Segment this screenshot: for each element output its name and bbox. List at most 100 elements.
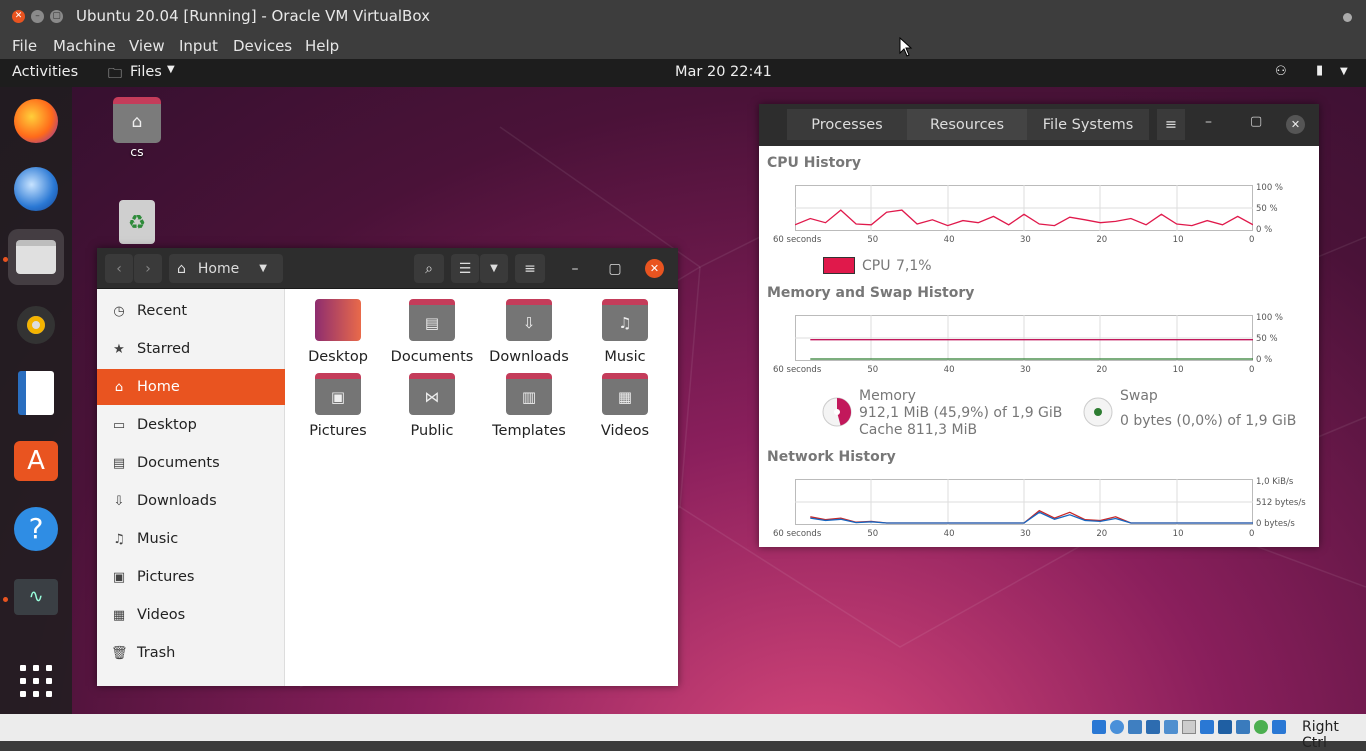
close-icon[interactable]: ✕	[645, 259, 664, 278]
maximize-icon[interactable]: ▢	[600, 254, 630, 283]
shared-folder-icon[interactable]	[1182, 720, 1196, 734]
folder-item[interactable]: ▣ Pictures	[290, 373, 386, 439]
network-adapter-icon[interactable]	[1146, 720, 1160, 734]
minimize-icon[interactable]: –	[560, 254, 590, 283]
sidebar-item-pictures[interactable]: ▣ Pictures	[97, 559, 285, 595]
cpu-color-swatch[interactable]	[823, 257, 855, 274]
hamburger-menu-icon[interactable]: ≡	[1157, 109, 1185, 140]
trash-desktop-icon[interactable]: ♻	[119, 200, 155, 244]
folder-item[interactable]: Desktop	[290, 299, 386, 365]
sysmon-headerbar: Processes Resources File Systems ≡ – ▢ ✕	[759, 104, 1319, 146]
menu-file[interactable]: File	[12, 37, 37, 55]
sidebar-item-downloads[interactable]: ⇩ Downloads	[97, 483, 285, 519]
close-icon[interactable]: ✕	[1286, 115, 1305, 134]
tab-processes[interactable]: Processes	[787, 109, 907, 140]
y-tick-label: 0 %	[1256, 355, 1273, 365]
menu-view[interactable]: View	[129, 37, 165, 55]
folder-item[interactable]: ⋈ Public	[384, 373, 480, 439]
menu-devices[interactable]: Devices	[233, 37, 292, 55]
system-monitor-icon[interactable]: ∿	[8, 569, 64, 625]
sidebar-item-desktop[interactable]: ▭ Desktop	[97, 407, 285, 443]
sidebar-item-label: Recent	[137, 303, 188, 319]
x-tick-label: 10	[1172, 365, 1184, 375]
sidebar-item-starred[interactable]: ★ Starred	[97, 331, 285, 367]
sidebar-item-label: Videos	[137, 607, 186, 623]
swap-value: 0 bytes (0,0%) of 1,9 GiB	[1120, 413, 1297, 429]
libreoffice-writer-icon[interactable]	[8, 365, 64, 421]
sidebar-item-home[interactable]: ⌂ Home	[97, 369, 285, 405]
optical-drive-icon[interactable]	[1110, 720, 1124, 734]
folder-item[interactable]: ▥ Templates	[481, 373, 577, 439]
sidebar-item-label: Music	[137, 531, 179, 547]
file-grid: Desktop ▤ Documents ⇩ Downloads ♫ Music ▣ Pictur…	[285, 289, 678, 686]
show-applications-icon[interactable]	[8, 653, 64, 709]
usb-icon[interactable]	[1164, 720, 1178, 734]
home-icon: ⌂	[114, 379, 124, 395]
menu-dot-icon[interactable]	[1343, 13, 1352, 22]
close-icon[interactable]: ✕	[12, 10, 25, 23]
home-folder-icon[interactable]: ⌂	[113, 97, 161, 143]
menu-input[interactable]: Input	[179, 37, 218, 55]
memory-history-graph	[795, 315, 1253, 361]
tab-resources[interactable]: Resources	[907, 109, 1027, 140]
activities-button[interactable]: Activities	[12, 64, 78, 80]
folder-item[interactable]: ♫ Music	[577, 299, 673, 365]
y-tick-label: 100 %	[1256, 313, 1284, 323]
rhythmbox-icon[interactable]	[8, 297, 64, 353]
swap-label: Swap	[1120, 388, 1158, 404]
guest-additions-icon[interactable]	[1254, 720, 1268, 734]
minimize-icon[interactable]: –	[1205, 114, 1212, 130]
chevron-down-icon[interactable]: ▼	[167, 64, 175, 75]
sidebar-item-label: Home	[137, 379, 180, 395]
display-icon[interactable]	[1200, 720, 1214, 734]
sidebar-item-documents[interactable]: ▤ Documents	[97, 445, 285, 481]
folder-item[interactable]: ⇩ Downloads	[481, 299, 577, 365]
battery-icon[interactable]: ▮	[1316, 63, 1323, 78]
folder-item[interactable]: ▦ Videos	[577, 373, 673, 439]
recording-icon[interactable]	[1218, 720, 1232, 734]
sidebar-item-music[interactable]: ♫ Music	[97, 521, 285, 557]
tab-file-systems[interactable]: File Systems	[1027, 109, 1149, 140]
maximize-icon[interactable]: ▢	[1250, 114, 1262, 129]
x-tick-label: 60 seconds	[773, 365, 822, 375]
swap-pie-icon[interactable]	[1082, 396, 1114, 428]
view-options-chevron-icon[interactable]: ▼	[480, 254, 508, 283]
folder-label: Documents	[390, 349, 474, 365]
keyboard-capture-icon[interactable]	[1272, 720, 1286, 734]
hamburger-menu-icon[interactable]: ≡	[515, 254, 545, 283]
x-tick-label: 50	[867, 235, 879, 245]
folder-item[interactable]: ▤ Documents	[384, 299, 480, 365]
picture-icon: ▣	[112, 569, 126, 585]
y-tick-label: 50 %	[1256, 334, 1278, 344]
chevron-down-icon: ▼	[259, 263, 267, 274]
system-menu-chevron-icon[interactable]: ▼	[1340, 66, 1348, 77]
templates-folder-icon: ▥	[506, 373, 552, 415]
back-icon[interactable]: ‹	[105, 254, 133, 283]
memory-pie-icon[interactable]	[821, 396, 853, 428]
search-icon[interactable]: ⌕	[414, 254, 444, 283]
maximize-icon[interactable]: ▢	[50, 10, 63, 23]
sidebar-item-trash[interactable]: 🗑 Trash	[97, 635, 285, 671]
desktop-icon-label: cs	[130, 144, 144, 159]
minimize-icon[interactable]: –	[31, 10, 44, 23]
thunderbird-icon[interactable]	[8, 161, 64, 217]
list-view-icon[interactable]: ☰	[451, 254, 479, 283]
firefox-icon[interactable]	[8, 93, 64, 149]
clock[interactable]: Mar 20 22:41	[675, 64, 772, 80]
system-monitor-window: Processes Resources File Systems ≡ – ▢ ✕…	[759, 104, 1319, 547]
audio-icon[interactable]	[1128, 720, 1142, 734]
vt-x-icon[interactable]	[1236, 720, 1250, 734]
video-icon: ▦	[112, 607, 126, 623]
sidebar-item-videos[interactable]: ▦ Videos	[97, 597, 285, 633]
hard-disk-icon[interactable]	[1092, 720, 1106, 734]
files-icon[interactable]	[8, 229, 64, 285]
forward-icon[interactable]: ›	[134, 254, 162, 283]
software-center-icon[interactable]: A	[8, 433, 64, 489]
menu-help[interactable]: Help	[305, 37, 339, 55]
app-menu-files[interactable]: Files	[130, 64, 162, 80]
network-icon[interactable]: ⚇	[1275, 64, 1287, 79]
location-bar[interactable]: ⌂ Home ▼	[169, 254, 283, 283]
sidebar-item-recent[interactable]: ◷ Recent	[97, 293, 285, 329]
menu-machine[interactable]: Machine	[53, 37, 116, 55]
help-icon[interactable]: ?	[8, 501, 64, 557]
